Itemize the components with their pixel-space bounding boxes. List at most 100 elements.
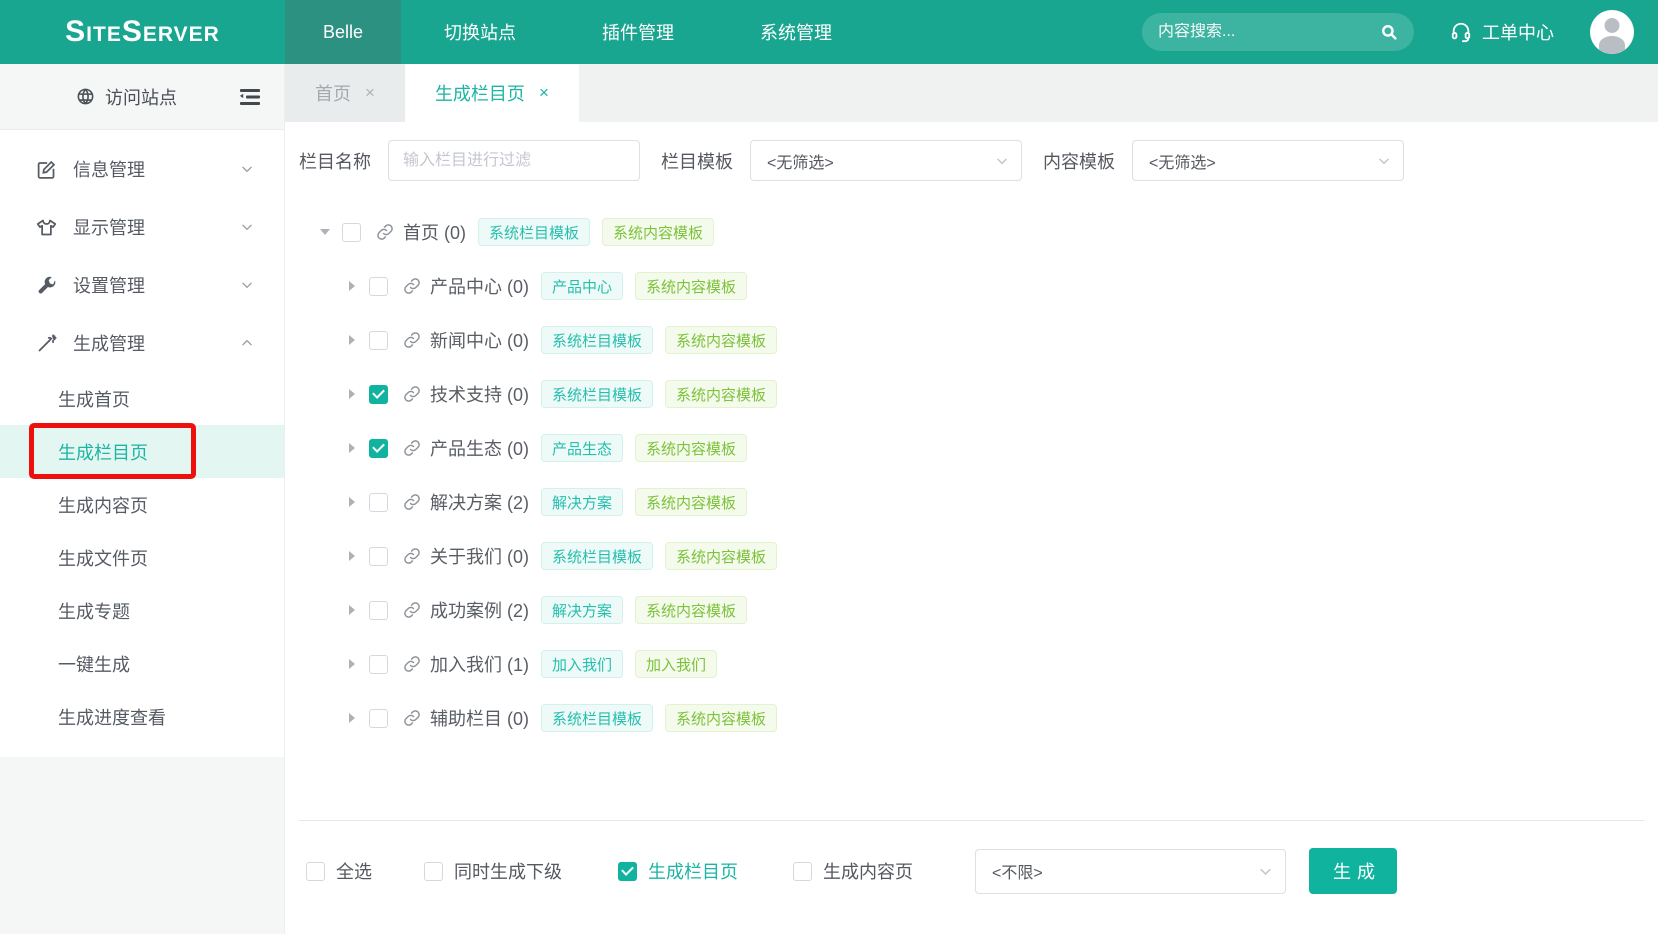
row-checkbox[interactable] xyxy=(369,601,388,620)
link-icon[interactable] xyxy=(403,493,421,511)
caret-right-icon[interactable] xyxy=(346,389,358,399)
channel-name[interactable]: 辅助栏目 (0) xyxy=(430,705,529,731)
channel-name[interactable]: 成功案例 (2) xyxy=(430,597,529,623)
nav-item-切换站点[interactable]: 切换站点 xyxy=(401,0,559,64)
sidebar-subitem-3[interactable]: 生成文件页 xyxy=(0,531,284,584)
ticket-center-link[interactable]: 工单中心 xyxy=(1450,19,1554,45)
user-avatar[interactable] xyxy=(1590,10,1634,54)
content-template-tag[interactable]: 加入我们 xyxy=(635,650,717,678)
globe-icon xyxy=(76,87,95,106)
tab-1[interactable]: 生成栏目页× xyxy=(405,64,579,122)
row-checkbox[interactable] xyxy=(369,331,388,350)
sidebar-subitem-6[interactable]: 生成进度查看 xyxy=(0,690,284,743)
content-template-tag[interactable]: 系统内容模板 xyxy=(635,488,747,516)
content-template-tag[interactable]: 系统内容模板 xyxy=(665,380,777,408)
footer-checkbox-group-2[interactable]: 生成栏目页 xyxy=(618,858,738,884)
content-search-box[interactable] xyxy=(1142,13,1414,51)
channel-filter-input[interactable] xyxy=(388,140,640,181)
sidebar-subitem-0[interactable]: 生成首页 xyxy=(0,372,284,425)
link-icon[interactable] xyxy=(403,385,421,403)
row-checkbox[interactable] xyxy=(369,439,388,458)
caret-right-icon[interactable] xyxy=(346,335,358,345)
content-template-tag[interactable]: 系统内容模板 xyxy=(602,218,714,246)
channel-template-tag[interactable]: 系统栏目模板 xyxy=(541,704,653,732)
link-icon[interactable] xyxy=(403,601,421,619)
caret-right-icon[interactable] xyxy=(346,497,358,507)
channel-template-tag[interactable]: 解决方案 xyxy=(541,596,623,624)
scope-select[interactable]: <不限> xyxy=(975,849,1286,894)
footer-checkbox[interactable] xyxy=(618,862,637,881)
close-icon[interactable]: × xyxy=(365,83,375,103)
caret-right-icon[interactable] xyxy=(346,605,358,615)
sidebar-item-1[interactable]: 显示管理 xyxy=(0,198,284,256)
caret-right-icon[interactable] xyxy=(346,659,358,669)
caret-right-icon[interactable] xyxy=(346,443,358,453)
channel-template-tag[interactable]: 系统栏目模板 xyxy=(541,326,653,354)
content-template-tag[interactable]: 系统内容模板 xyxy=(665,542,777,570)
sidebar-subitem-2[interactable]: 生成内容页 xyxy=(0,478,284,531)
row-checkbox[interactable] xyxy=(369,655,388,674)
channel-name[interactable]: 产品中心 (0) xyxy=(430,273,529,299)
footer-checkbox[interactable] xyxy=(793,862,812,881)
nav-item-系统管理[interactable]: 系统管理 xyxy=(717,0,875,64)
link-icon[interactable] xyxy=(403,655,421,673)
channel-template-tag[interactable]: 系统栏目模板 xyxy=(541,380,653,408)
channel-template-tag[interactable]: 解决方案 xyxy=(541,488,623,516)
sidebar-subitem-1[interactable]: 生成栏目页 xyxy=(0,425,284,478)
channel-name[interactable]: 新闻中心 (0) xyxy=(430,327,529,353)
content-template-tag[interactable]: 系统内容模板 xyxy=(635,434,747,462)
nav-item-插件管理[interactable]: 插件管理 xyxy=(559,0,717,64)
link-icon[interactable] xyxy=(376,223,394,241)
channel-template-tag[interactable]: 系统栏目模板 xyxy=(541,542,653,570)
channel-template-tag[interactable]: 产品生态 xyxy=(541,434,623,462)
caret-right-icon[interactable] xyxy=(346,713,358,723)
generate-button[interactable]: 生成 xyxy=(1309,848,1397,894)
sidebar-subitem-5[interactable]: 一键生成 xyxy=(0,637,284,690)
close-icon[interactable]: × xyxy=(539,83,549,103)
channel-name[interactable]: 技术支持 (0) xyxy=(430,381,529,407)
search-input[interactable] xyxy=(1158,23,1380,41)
search-icon[interactable] xyxy=(1380,23,1398,41)
footer-checkbox[interactable] xyxy=(306,862,325,881)
footer-checkbox-group-0[interactable]: 全选 xyxy=(306,858,372,884)
tab-0[interactable]: 首页× xyxy=(285,64,405,122)
row-checkbox[interactable] xyxy=(369,385,388,404)
visit-site-link[interactable]: 访问站点 xyxy=(105,84,177,110)
content-template-tag[interactable]: 系统内容模板 xyxy=(665,326,777,354)
channel-name[interactable]: 关于我们 (0) xyxy=(430,543,529,569)
channel-template-select[interactable]: <无筛选> xyxy=(750,140,1022,181)
link-icon[interactable] xyxy=(403,547,421,565)
content-template-tag[interactable]: 系统内容模板 xyxy=(635,272,747,300)
sidebar-collapse-icon[interactable] xyxy=(238,87,262,107)
channel-template-tag[interactable]: 系统栏目模板 xyxy=(478,218,590,246)
nav-item-site[interactable]: Belle xyxy=(285,0,401,64)
sidebar-subitem-4[interactable]: 生成专题 xyxy=(0,584,284,637)
channel-template-tag[interactable]: 产品中心 xyxy=(541,272,623,300)
sidebar-item-2[interactable]: 设置管理 xyxy=(0,256,284,314)
row-checkbox[interactable] xyxy=(369,493,388,512)
row-checkbox[interactable] xyxy=(369,547,388,566)
footer-checkbox-group-1[interactable]: 同时生成下级 xyxy=(424,858,562,884)
sidebar-item-3[interactable]: 生成管理 xyxy=(0,314,284,372)
link-icon[interactable] xyxy=(403,439,421,457)
content-template-tag[interactable]: 系统内容模板 xyxy=(665,704,777,732)
link-icon[interactable] xyxy=(403,331,421,349)
row-checkbox[interactable] xyxy=(369,277,388,296)
link-icon[interactable] xyxy=(403,709,421,727)
row-checkbox[interactable] xyxy=(342,223,361,242)
channel-name[interactable]: 加入我们 (1) xyxy=(430,651,529,677)
link-icon[interactable] xyxy=(403,277,421,295)
content-template-tag[interactable]: 系统内容模板 xyxy=(635,596,747,624)
channel-name[interactable]: 解决方案 (2) xyxy=(430,489,529,515)
content-template-select[interactable]: <无筛选> xyxy=(1132,140,1404,181)
channel-template-tag[interactable]: 加入我们 xyxy=(541,650,623,678)
caret-down-icon[interactable] xyxy=(319,229,331,235)
footer-checkbox[interactable] xyxy=(424,862,443,881)
caret-right-icon[interactable] xyxy=(346,281,358,291)
channel-name[interactable]: 首页 (0) xyxy=(403,219,466,245)
footer-checkbox-group-3[interactable]: 生成内容页 xyxy=(793,858,913,884)
sidebar-item-0[interactable]: 信息管理 xyxy=(0,140,284,198)
caret-right-icon[interactable] xyxy=(346,551,358,561)
channel-name[interactable]: 产品生态 (0) xyxy=(430,435,529,461)
row-checkbox[interactable] xyxy=(369,709,388,728)
